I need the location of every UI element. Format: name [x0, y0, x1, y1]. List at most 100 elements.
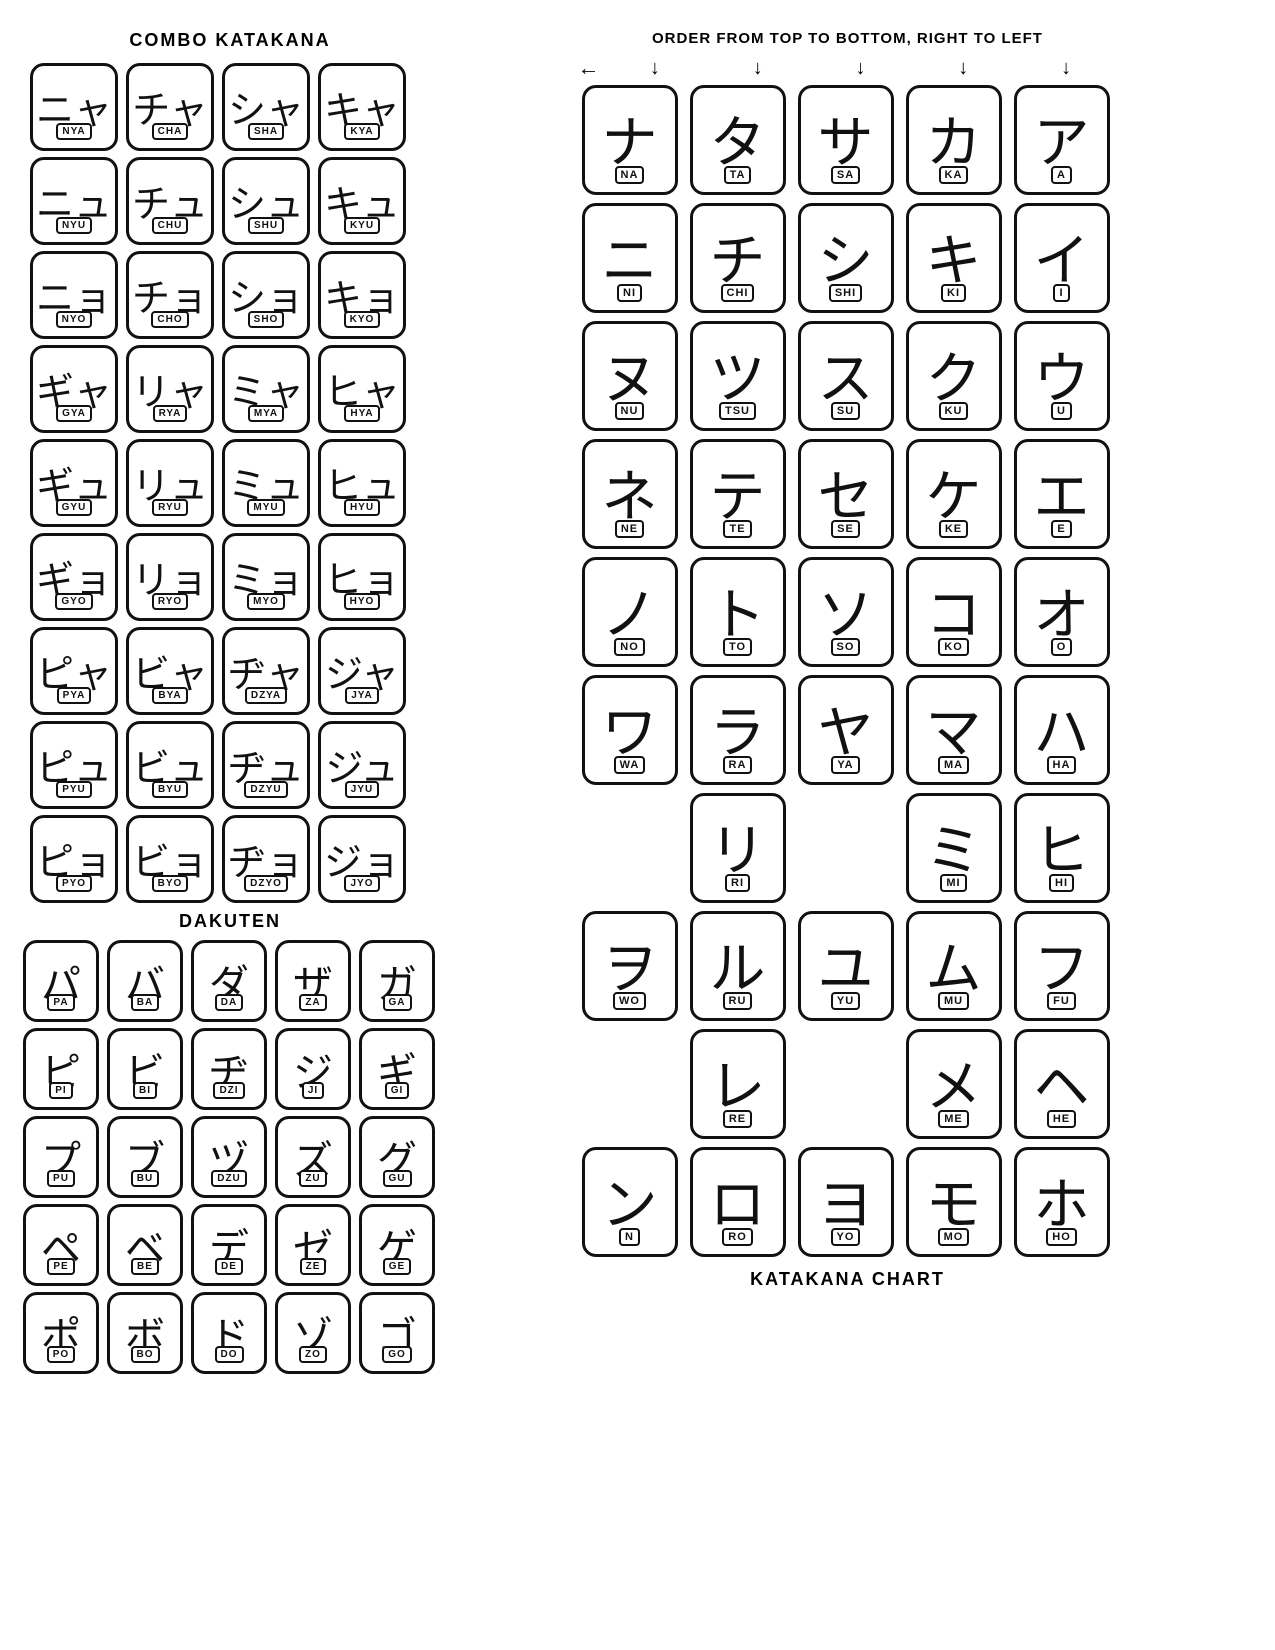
kana-label: GA [383, 994, 412, 1011]
kana-char: ヲ [602, 942, 658, 998]
kana-label: O [1051, 638, 1073, 656]
dakuten-card: ズZU [275, 1116, 351, 1198]
kana-card: ツTSU [690, 321, 786, 431]
combo-card: ミョMYO [222, 533, 310, 621]
kana-row: ヲWOルRUユYUムMUフFU [450, 911, 1245, 1021]
kana-card: サSA [798, 85, 894, 195]
kana-char: ク [926, 352, 982, 408]
dakuten-card: プPU [23, 1116, 99, 1198]
combo-card: ピャPYA [30, 627, 118, 715]
kana-card: レRE [690, 1029, 786, 1139]
left-panel: COMBO KATAKANA ニャNYAチャCHAシャSHAキャKYAニュNYU… [20, 20, 440, 1630]
dakuten-card: ポPO [23, 1292, 99, 1374]
kana-label: BO [131, 1346, 160, 1363]
kana-label: MA [938, 756, 969, 774]
kana-label: PI [49, 1082, 72, 1099]
kana-card: イI [1014, 203, 1110, 313]
kana-card: ホHO [1014, 1147, 1110, 1257]
combo-card: ヒャHYA [318, 345, 406, 433]
kana-char: ハ [1034, 706, 1090, 762]
kana-label: BYA [152, 687, 187, 704]
chart-title: KATAKANA CHART [450, 1269, 1245, 1290]
kana-label: RA [723, 756, 753, 774]
kana-card: ユYU [798, 911, 894, 1021]
kana-label: GU [383, 1170, 412, 1187]
dakuten-card: ブBU [107, 1116, 183, 1198]
kana-char: ヨ [818, 1178, 874, 1234]
arrow-row: ← ↓ ↓ ↓ ↓ ↓ [578, 55, 1118, 81]
combo-card: チョCHO [126, 251, 214, 339]
kana-label: JYO [344, 875, 379, 892]
kana-char: ン [602, 1178, 658, 1234]
kana-char: メ [926, 1060, 982, 1116]
kana-label: CHA [152, 123, 189, 140]
kana-char: モ [926, 1178, 982, 1234]
combo-title: COMBO KATAKANA [30, 30, 430, 51]
combo-card: キャKYA [318, 63, 406, 151]
kana-char: ヘ [1034, 1060, 1090, 1116]
dakuten-card: ビBI [107, 1028, 183, 1110]
kana-label: KYO [344, 311, 381, 328]
combo-card: ジョJYO [318, 815, 406, 903]
combo-card: キョKYO [318, 251, 406, 339]
kana-card: カKA [906, 85, 1002, 195]
kana-card: スSU [798, 321, 894, 431]
combo-card: ミャMYA [222, 345, 310, 433]
kana-label: HA [1047, 756, 1077, 774]
kana-card: タTA [690, 85, 786, 195]
kana-label: A [1051, 166, 1072, 184]
combo-card: ビュBYU [126, 721, 214, 809]
kana-label: ME [938, 1110, 969, 1128]
dakuten-card: ゲGE [359, 1204, 435, 1286]
kana-label: RU [723, 992, 753, 1010]
kana-label: DO [215, 1346, 244, 1363]
kana-label: KYA [344, 123, 379, 140]
kana-label: BE [131, 1258, 159, 1275]
kana-char: ミ [926, 824, 982, 880]
kana-label: SHA [248, 123, 284, 140]
combo-card: ミュMYU [222, 439, 310, 527]
kana-char: ワ [602, 706, 658, 762]
down-arrow-2: ↓ [753, 57, 763, 80]
kana-char: ア [1034, 116, 1090, 172]
kana-char: フ [1034, 942, 1090, 998]
dakuten-card: ヅDZU [191, 1116, 267, 1198]
kana-card: シSHI [798, 203, 894, 313]
kana-card: フFU [1014, 911, 1110, 1021]
kana-char: オ [1034, 588, 1090, 644]
combo-card: チャCHA [126, 63, 214, 151]
kana-label: CHU [152, 217, 189, 234]
kana-label: E [1051, 520, 1071, 538]
kana-label: PA [47, 994, 74, 1011]
kana-label: HE [1047, 1110, 1076, 1128]
kana-char: ツ [710, 352, 766, 408]
kana-char: ノ [602, 588, 658, 644]
kana-label: DZU [211, 1170, 247, 1187]
kana-label: SA [831, 166, 860, 184]
kana-label: HO [1046, 1228, 1077, 1246]
combo-card: キュKYU [318, 157, 406, 245]
kana-char: エ [1034, 470, 1090, 526]
kana-label: YU [831, 992, 860, 1010]
dakuten-card: ジJI [275, 1028, 351, 1110]
kana-char: ソ [818, 588, 874, 644]
kana-label: KI [941, 284, 966, 302]
kana-char: イ [1034, 234, 1090, 290]
down-arrow-3: ↓ [855, 57, 865, 80]
kana-card: ヲWO [582, 911, 678, 1021]
kana-label: GYA [56, 405, 92, 422]
kana-label: HYO [344, 593, 381, 610]
dakuten-card: ピPI [23, 1028, 99, 1110]
dakuten-card: バBA [107, 940, 183, 1022]
kana-card: ヘHE [1014, 1029, 1110, 1139]
kana-card: トTO [690, 557, 786, 667]
kana-label: KA [939, 166, 969, 184]
kana-card: ムMU [906, 911, 1002, 1021]
kana-label: SU [831, 402, 860, 420]
kana-label: ZE [300, 1258, 327, 1275]
dakuten-grid: パPAバBAダDAザZAガGAピPIビBIヂDZIジJIギGIプPUブBUヅDZ… [30, 940, 430, 1374]
kana-label: BYU [152, 781, 188, 798]
combo-card: ピョPYO [30, 815, 118, 903]
kana-card: キKI [906, 203, 1002, 313]
kana-char: ナ [602, 116, 658, 172]
